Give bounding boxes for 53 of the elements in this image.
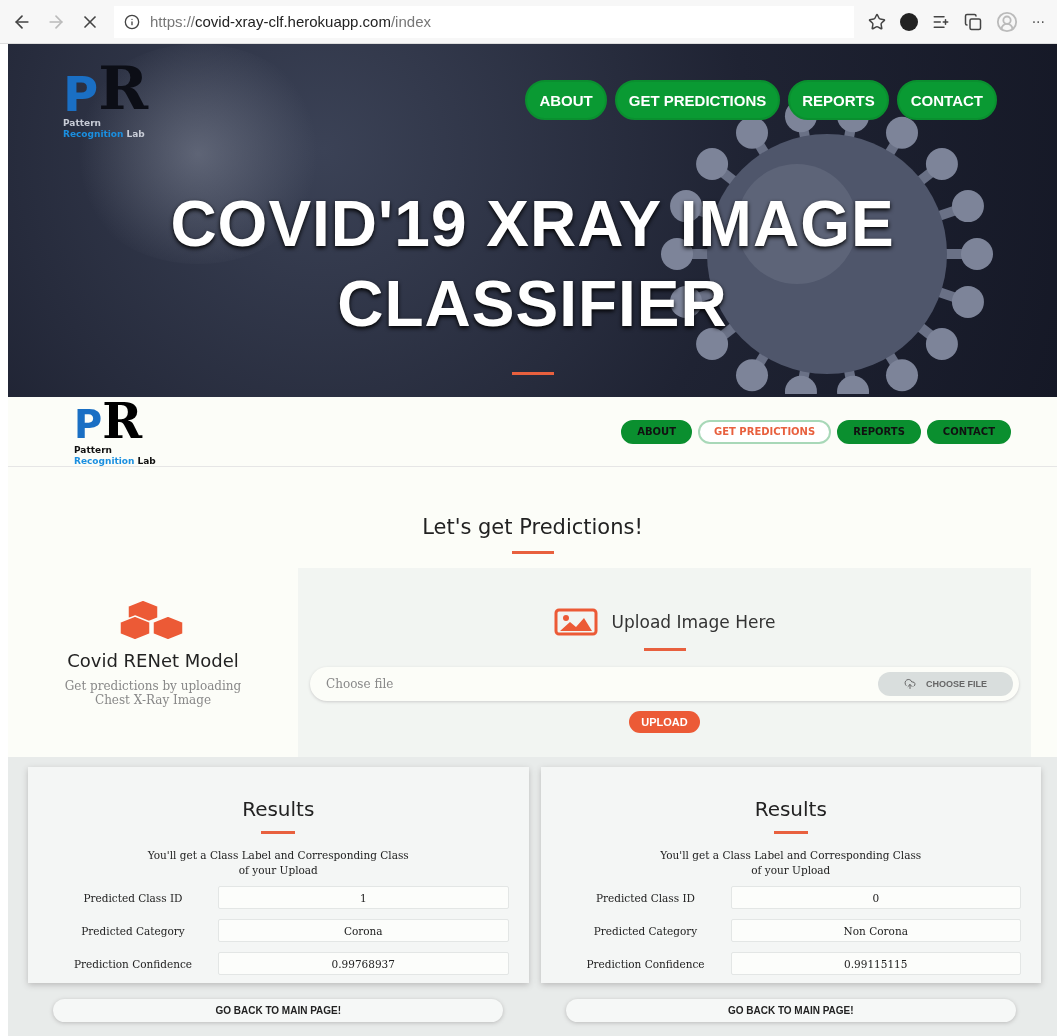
extension-icon[interactable] [899,12,918,31]
nav-button[interactable]: CONTACT [926,419,1011,444]
result-value: 0.99768937 [218,952,509,975]
model-description: Get predictions by uploading Chest X-Ray Image [63,679,243,707]
back-to-main-button[interactable]: GO BACK TO MAIN PAGE! [565,999,1016,1022]
nav-button[interactable]: ABOUT [525,80,607,120]
address-bar[interactable]: https://covid-xray-clf.herokuapp.com/index [114,5,854,38]
results-description: You'll get a Class Label and Corresponding Class of your Upload [659,848,923,878]
upload-button[interactable]: UPLOAD [629,711,700,733]
section-heading: Let's get Predictions! [421,515,644,539]
result-label: Predicted Category [592,924,699,937]
nav-button[interactable]: REPORTS [788,80,889,120]
result-label: Prediction Confidence [585,957,706,970]
result-value: Corona [218,919,509,942]
nav-button[interactable]: CONTACT [896,80,997,120]
choose-file-button[interactable]: CHOOSE FILE [878,672,1013,696]
more-menu[interactable]: ··· [1031,13,1045,30]
logo-text: Lab [126,129,145,140]
file-field[interactable]: Choose file CHOOSE FILE [310,667,1019,701]
logo-text: Recognition [74,455,135,467]
url-text: https://covid-xray-clf.herokuapp.com/index [150,13,431,30]
result-value: 0 [730,886,1021,909]
upload-title: Upload Image Here [611,612,776,632]
result-value: Non Corona [730,919,1021,942]
star-icon[interactable] [867,12,886,31]
result-value: 1 [218,886,509,909]
cloud-upload-icon [904,678,916,690]
logo-letter: P [74,406,103,445]
logo-text: Pattern [63,118,101,129]
model-title: Covid RENet Model [67,650,239,671]
info-icon [124,13,140,30]
results-description: You'll get a Class Label and Corresponding Class of your Upload [146,848,410,878]
logo-text: Pattern [74,444,112,456]
nav-button[interactable]: REPORTS [837,419,921,444]
logo-letter: R [102,396,143,445]
result-label: Predicted Class ID [594,891,697,904]
results-heading: Results [242,797,315,821]
hero-title: COVID'19 XRAY IMAGE CLASSIFIER [169,187,896,342]
result-label: Predicted Category [80,924,186,937]
nav-button[interactable]: ABOUT [621,419,692,444]
logo-text: Recognition [63,129,124,140]
back-to-main-button[interactable]: GO BACK TO MAIN PAGE! [53,999,504,1022]
logo-text: Lab [137,455,156,467]
nav-button[interactable]: GET PREDICTIONS [614,80,781,120]
result-value: 0.99115115 [730,952,1021,975]
image-icon [553,608,598,636]
logo-letter: R [98,58,149,118]
results-heading: Results [754,797,827,821]
result-label: Predicted Class ID [82,891,184,904]
result-label: Prediction Confidence [72,957,194,970]
collections-icon[interactable] [963,12,982,31]
nav-button[interactable]: GET PREDICTIONS [698,419,832,444]
logo-letter: P [63,70,99,118]
